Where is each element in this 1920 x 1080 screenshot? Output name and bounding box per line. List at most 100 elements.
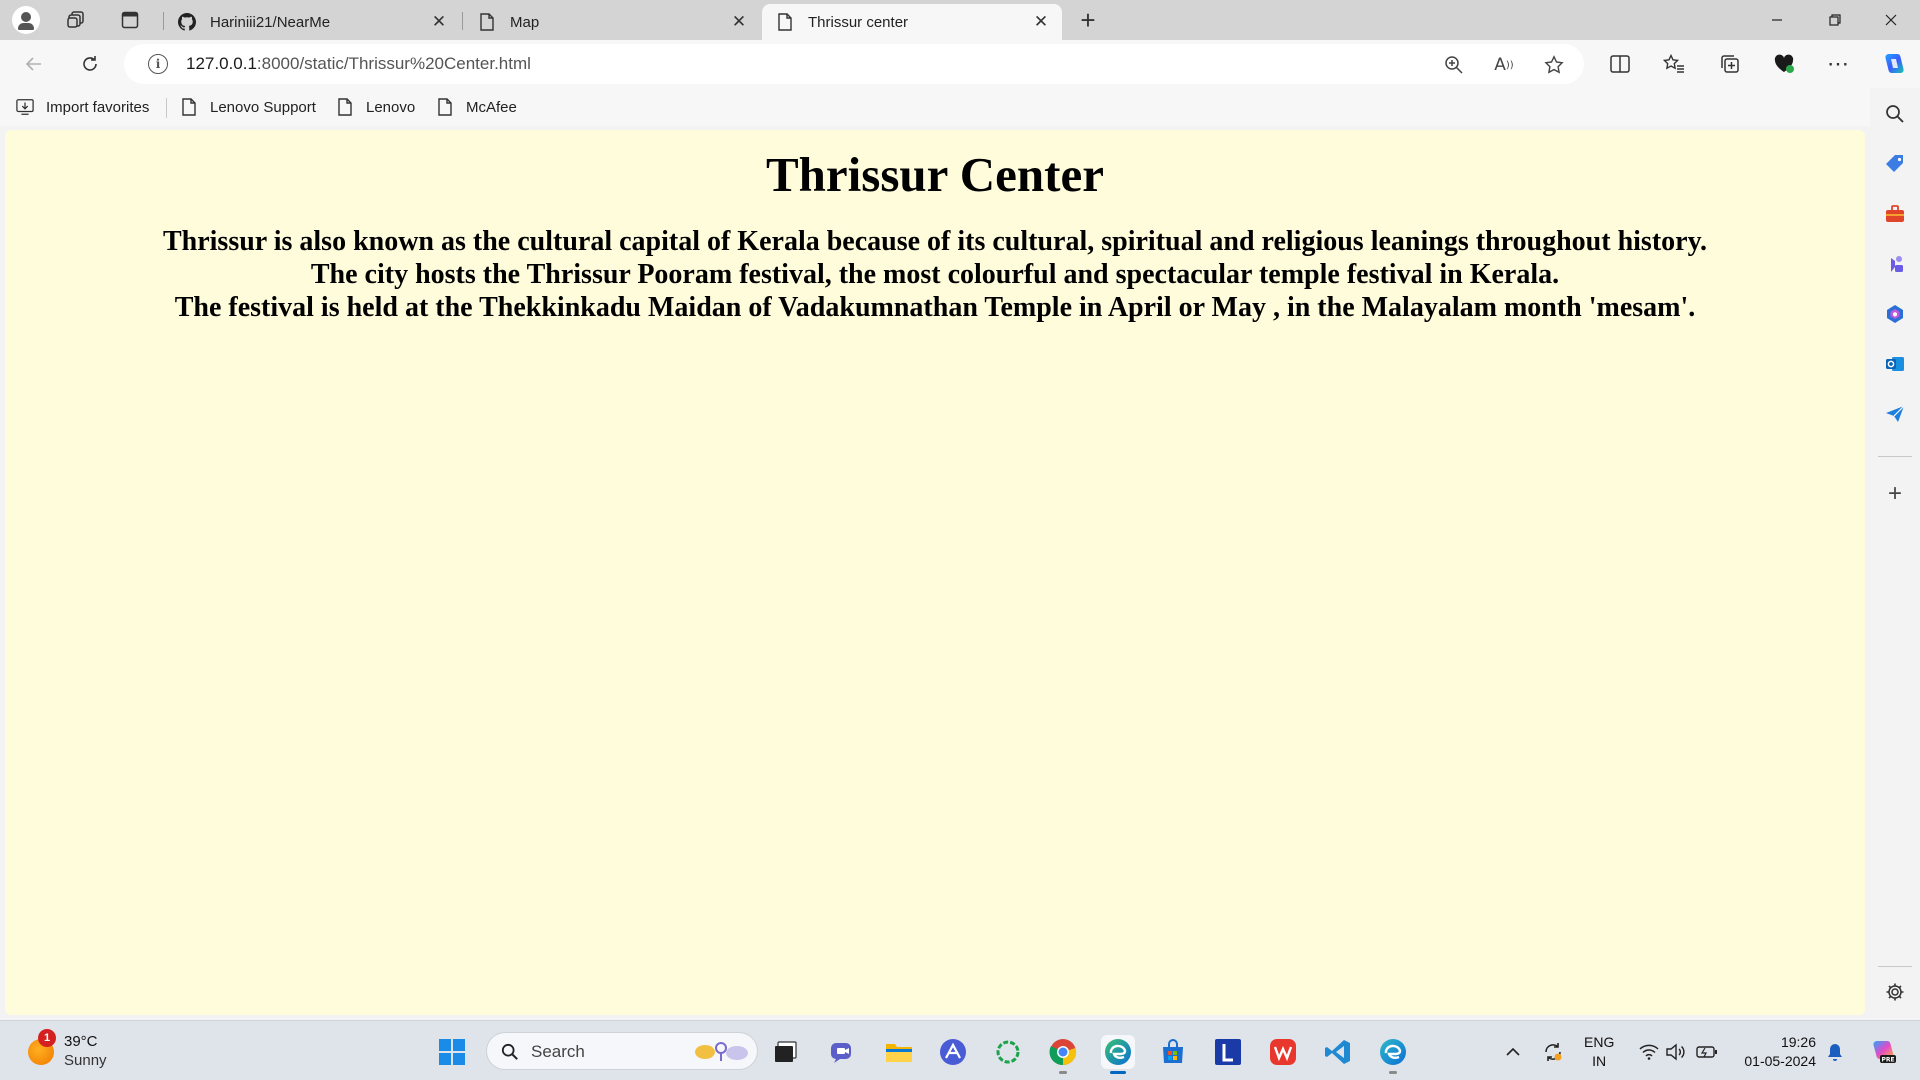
close-tab-icon[interactable]: ✕ — [728, 11, 750, 33]
favorite-import[interactable]: Import favorites — [16, 96, 149, 118]
microsoft-store-icon[interactable] — [1156, 1035, 1190, 1069]
tab-thrissur-center[interactable]: Thrissur center ✕ — [762, 4, 1062, 40]
region-code: IN — [1592, 1053, 1607, 1069]
chevron-up-icon[interactable] — [1502, 1041, 1524, 1063]
microsoft-365-icon[interactable] — [1883, 302, 1907, 326]
search-icon[interactable] — [1883, 102, 1907, 126]
sidebar-separator — [1878, 456, 1912, 457]
tab-map[interactable]: Map ✕ — [464, 4, 760, 40]
page-viewport: Thrissur Center Thrissur is also known a… — [5, 130, 1865, 1015]
new-tab-button[interactable]: + — [1074, 5, 1102, 35]
file-explorer-icon[interactable] — [882, 1035, 916, 1069]
outlook-icon[interactable] — [1883, 352, 1907, 376]
search-placeholder: Search — [531, 1042, 585, 1061]
split-screen-icon[interactable] — [1606, 50, 1634, 78]
copilot-ring-icon[interactable] — [991, 1035, 1025, 1069]
system-clock[interactable]: 19:26 01-05-2024 — [1736, 1033, 1816, 1071]
favorite-mcafee[interactable]: McAfee — [436, 96, 517, 118]
wifi-icon[interactable] — [1638, 1041, 1660, 1063]
page-description: Thrissur is also known as the cultural c… — [5, 225, 1865, 324]
tools-icon[interactable] — [1883, 202, 1907, 226]
workspaces-icon[interactable] — [64, 8, 88, 32]
import-icon — [16, 97, 34, 117]
vertical-tabs-icon[interactable] — [118, 8, 142, 32]
chrome-icon[interactable] — [1046, 1035, 1080, 1074]
tab-strip: Hariniii21/NearMe ✕ Map ✕ Thrissur cente… — [0, 0, 1920, 40]
site-info-icon[interactable]: i — [148, 54, 168, 74]
favorite-lenovo[interactable]: Lenovo — [336, 96, 415, 118]
svg-text:PRE: PRE — [1881, 1057, 1894, 1064]
favorites-icon[interactable] — [1660, 50, 1688, 78]
settings-gear-icon[interactable] — [1883, 980, 1907, 1004]
copilot-icon[interactable] — [1880, 50, 1908, 78]
page-icon — [478, 13, 496, 31]
page-icon — [436, 97, 454, 117]
close-tab-icon[interactable]: ✕ — [1030, 11, 1052, 33]
read-aloud-icon[interactable]: A)) — [1492, 53, 1516, 77]
arc-app-icon[interactable] — [936, 1035, 970, 1069]
sync-icon[interactable] — [1542, 1041, 1564, 1063]
browser-essentials-icon[interactable] — [1770, 50, 1798, 78]
description-line: The city hosts the Thrissur Pooram festi… — [310, 259, 1560, 290]
teams-chat-icon[interactable] — [826, 1035, 860, 1069]
favorites-separator — [166, 98, 167, 118]
tab-title: Map — [510, 13, 540, 31]
profile-icon[interactable] — [12, 6, 40, 34]
tab-separator — [462, 12, 463, 30]
refresh-button[interactable] — [76, 50, 104, 78]
page-icon — [336, 97, 354, 117]
tab-github[interactable]: Hariniii21/NearMe ✕ — [164, 4, 460, 40]
edge-sidebar: + — [1870, 88, 1920, 1018]
favorite-label: McAfee — [466, 98, 517, 116]
more-options-icon[interactable]: ⋯ — [1824, 50, 1852, 78]
address-bar[interactable]: i 127.0.0.1:8000/static/Thrissur%20Cente… — [124, 44, 1584, 84]
url-text[interactable]: 127.0.0.1:8000/static/Thrissur%20Center.… — [186, 54, 531, 74]
favorite-label: Lenovo — [366, 98, 416, 116]
weather-temperature[interactable]: 39°C — [64, 1033, 98, 1050]
github-icon — [178, 13, 196, 31]
language-code: ENG — [1584, 1034, 1615, 1050]
zoom-icon[interactable] — [1442, 53, 1466, 77]
tab-title: Hariniii21/NearMe — [210, 13, 331, 31]
back-button[interactable] — [20, 50, 48, 78]
description-line: Thrissur is also known as the cultural c… — [162, 226, 1708, 257]
collections-icon[interactable] — [1716, 50, 1744, 78]
shopping-tag-icon[interactable] — [1883, 152, 1907, 176]
volume-icon[interactable] — [1664, 1041, 1686, 1063]
favorite-lenovo-support[interactable]: Lenovo Support — [180, 96, 316, 118]
restore-icon[interactable] — [1806, 0, 1864, 40]
url-host: 127.0.0.1 — [186, 54, 257, 73]
games-icon[interactable] — [1883, 252, 1907, 276]
start-button[interactable] — [435, 1035, 469, 1069]
edge-icon[interactable] — [1101, 1035, 1135, 1074]
copilot-preview-icon[interactable]: PRE — [1868, 1037, 1898, 1067]
vscode-icon[interactable] — [1321, 1035, 1355, 1069]
tab-title: Thrissur center — [808, 13, 909, 31]
page-title: Thrissur Center — [766, 147, 1104, 202]
clock-date: 01-05-2024 — [1744, 1053, 1816, 1069]
taskbar-search[interactable]: Search — [486, 1032, 758, 1070]
weather-condition[interactable]: Sunny — [64, 1052, 107, 1069]
battery-icon[interactable] — [1696, 1041, 1718, 1063]
task-view-icon[interactable] — [769, 1035, 803, 1069]
url-path: :8000/static/Thrissur%20Center.html — [256, 54, 531, 73]
search-icon — [499, 1041, 521, 1063]
favorite-star-icon[interactable] — [1542, 53, 1566, 77]
description-line: The festival is held at the Thekkinkadu … — [174, 292, 1696, 323]
search-highlight-icon — [691, 1039, 751, 1065]
send-icon[interactable] — [1883, 402, 1907, 426]
lenovo-vantage-icon[interactable] — [1211, 1035, 1245, 1069]
language-indicator[interactable]: ENG IN — [1584, 1033, 1614, 1071]
favorites-bar: Import favorites Lenovo Support Lenovo M… — [0, 88, 1920, 126]
edge-beta-icon[interactable] — [1376, 1035, 1410, 1074]
favorite-label: Lenovo Support — [210, 98, 316, 116]
minimize-icon[interactable] — [1748, 0, 1806, 40]
close-tab-icon[interactable]: ✕ — [428, 11, 450, 33]
add-icon[interactable]: + — [1883, 480, 1907, 507]
sidebar-separator — [1878, 966, 1912, 967]
weather-notification-badge: 1 — [38, 1029, 56, 1047]
close-window-icon[interactable] — [1862, 0, 1920, 40]
notification-bell-icon[interactable] — [1824, 1041, 1846, 1063]
favorite-label: Import favorites — [46, 98, 150, 116]
wps-office-icon[interactable] — [1266, 1035, 1300, 1069]
